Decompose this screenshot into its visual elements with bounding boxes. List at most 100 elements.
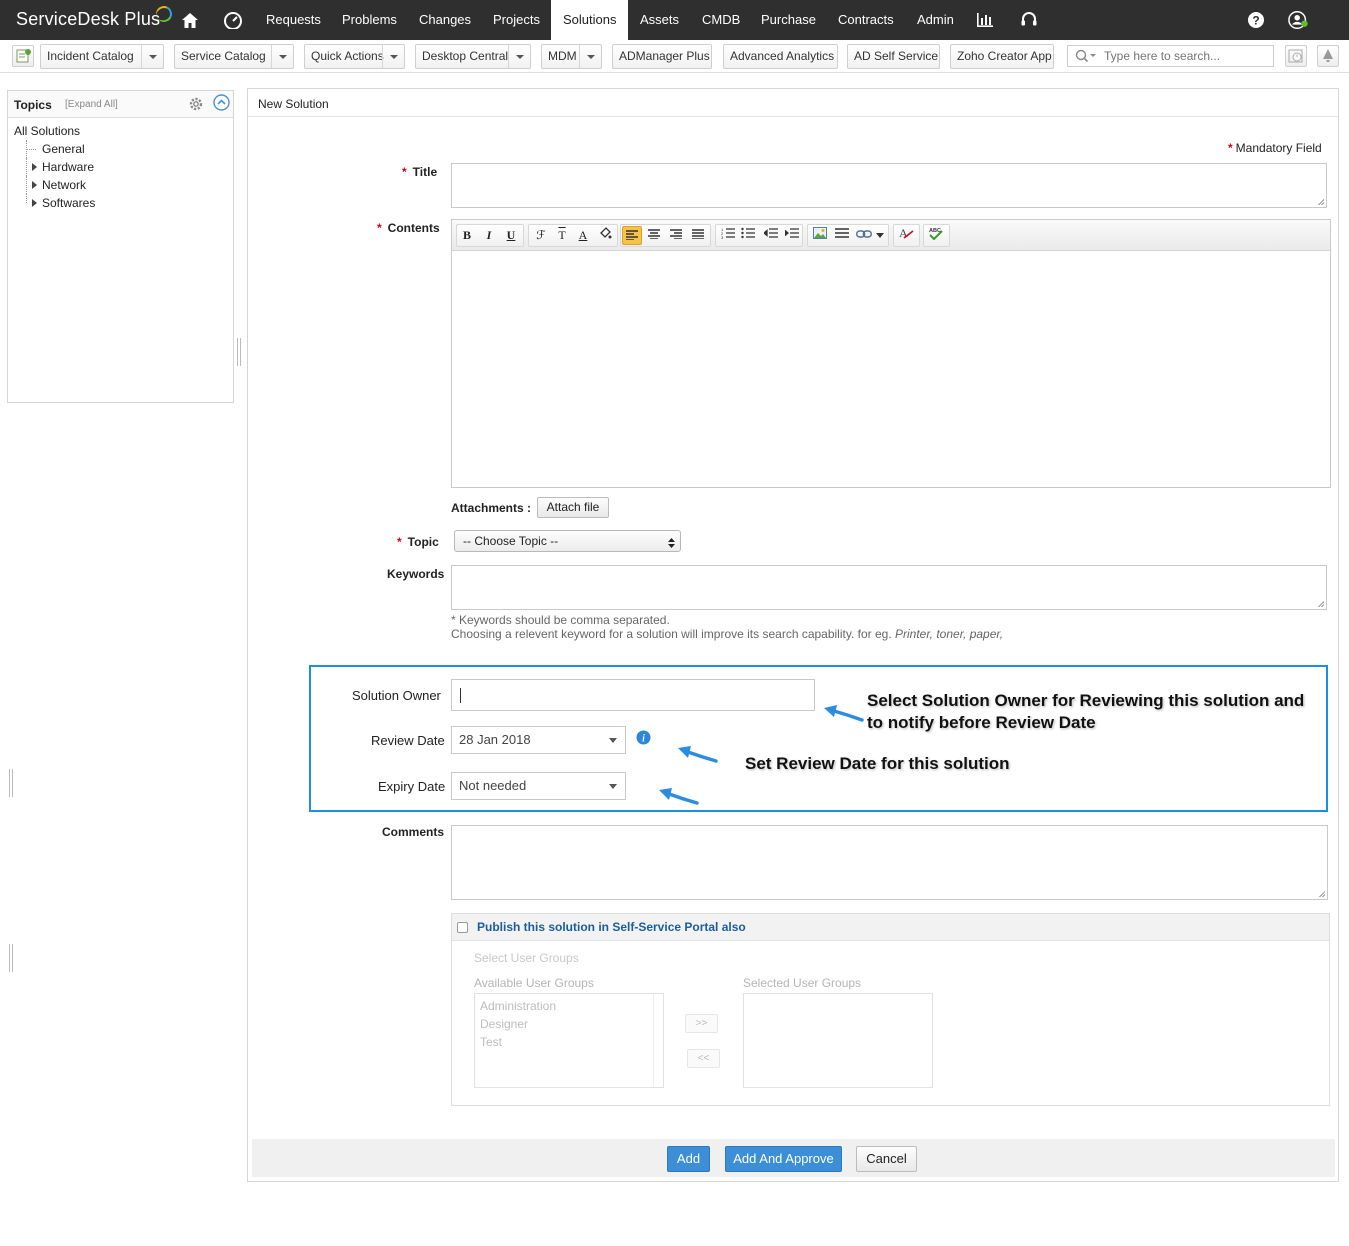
selected-groups-label: Selected User Groups xyxy=(743,976,862,990)
nav-assets[interactable]: Assets xyxy=(628,0,691,40)
background-color-icon[interactable] xyxy=(595,226,615,245)
selected-groups-list[interactable] xyxy=(743,993,933,1088)
side-resize-handle[interactable] xyxy=(8,769,14,797)
contents-rich-text-editor[interactable]: B I U ℱ T A 123 A ABC xyxy=(451,219,1331,488)
announcement-icon[interactable] xyxy=(1317,45,1339,67)
link-options-chevron-icon[interactable] xyxy=(874,226,886,245)
nav-contracts[interactable]: Contracts xyxy=(826,0,906,40)
underline-icon[interactable]: U xyxy=(501,226,521,245)
user-profile-icon[interactable] xyxy=(1288,9,1310,31)
ad-self-service-link[interactable]: AD Self Service xyxy=(847,44,940,69)
nav-admin[interactable]: Admin xyxy=(905,0,966,40)
font-family-icon[interactable]: ℱ xyxy=(531,226,551,245)
list-item[interactable]: Administration xyxy=(480,999,556,1013)
tree-item-general[interactable]: General xyxy=(14,140,95,158)
expand-arrow-icon[interactable] xyxy=(32,163,37,171)
history-icon[interactable] xyxy=(1285,45,1307,67)
comments-input[interactable] xyxy=(451,825,1328,900)
spellcheck-icon[interactable]: ABC xyxy=(926,226,946,245)
help-icon[interactable]: ? xyxy=(1245,9,1267,31)
search-icon[interactable] xyxy=(1075,49,1097,66)
incident-catalog-dropdown[interactable]: Incident Catalog xyxy=(40,44,164,69)
service-catalog-label: Service Catalog xyxy=(181,49,266,63)
publish-checkbox[interactable] xyxy=(457,922,468,933)
owner-annotation: Select Solution Owner for Reviewing this… xyxy=(867,690,1304,734)
solution-owner-input[interactable] xyxy=(451,679,815,711)
font-size-icon[interactable]: T xyxy=(552,226,572,245)
insert-image-icon[interactable] xyxy=(810,226,830,245)
mdm-dropdown[interactable]: MDM xyxy=(541,44,602,69)
move-left-button[interactable]: << xyxy=(687,1049,720,1068)
nav-problems[interactable]: Problems xyxy=(330,0,409,40)
nav-purchase[interactable]: Purchase xyxy=(749,0,828,40)
topic-select[interactable]: -- Choose Topic -- xyxy=(454,530,681,552)
nav-cmdb[interactable]: CMDB xyxy=(690,0,752,40)
cancel-button[interactable]: Cancel xyxy=(856,1146,917,1172)
app-logo[interactable]: ServiceDesk Plus xyxy=(16,3,175,30)
indent-icon[interactable] xyxy=(782,226,802,245)
support-headset-icon[interactable] xyxy=(1018,9,1040,31)
expand-arrow-icon[interactable] xyxy=(32,181,37,189)
publish-label[interactable]: Publish this solution in Self-Service Po… xyxy=(477,920,746,934)
nav-changes[interactable]: Changes xyxy=(407,0,483,40)
keywords-input[interactable] xyxy=(451,565,1327,610)
text-color-icon[interactable]: A xyxy=(573,226,593,245)
desktop-central-dropdown[interactable]: Desktop Central xyxy=(415,44,531,69)
numbered-list-icon[interactable]: 123 xyxy=(718,226,738,245)
move-right-button[interactable]: >> xyxy=(685,1014,718,1033)
collapse-panel-icon[interactable] xyxy=(213,94,230,114)
quick-actions-dropdown[interactable]: Quick Actions xyxy=(304,44,405,69)
tree-item-hardware[interactable]: Hardware xyxy=(14,158,95,176)
service-catalog-dropdown[interactable]: Service Catalog xyxy=(174,44,294,69)
title-label: * Title xyxy=(402,165,437,179)
clear-formatting-icon[interactable]: A xyxy=(896,226,916,245)
add-and-approve-button[interactable]: Add And Approve xyxy=(725,1146,842,1172)
new-request-icon[interactable] xyxy=(12,45,34,67)
keywords-hint-separator: * Keywords should be comma separated. xyxy=(451,613,670,627)
info-icon[interactable]: i xyxy=(636,730,651,748)
admanager-plus-link[interactable]: ADManager Plus xyxy=(612,44,712,69)
search-input[interactable] xyxy=(1104,48,1269,64)
tree-root-all-solutions[interactable]: All Solutions xyxy=(14,122,95,140)
expiry-date-dropdown[interactable]: Not needed xyxy=(451,772,626,800)
nav-requests[interactable]: Requests xyxy=(254,0,333,40)
list-item[interactable]: Test xyxy=(480,1035,502,1049)
keywords-hint-text: Choosing a relevent keyword for a soluti… xyxy=(451,627,892,641)
expand-arrow-icon[interactable] xyxy=(32,199,37,207)
align-center-icon[interactable] xyxy=(644,226,664,245)
nav-solutions[interactable]: Solutions xyxy=(551,0,628,40)
tree-item-softwares[interactable]: Softwares xyxy=(14,194,95,212)
zoho-creator-app-link[interactable]: Zoho Creator App xyxy=(950,44,1054,69)
justify-icon[interactable] xyxy=(688,226,708,245)
side-resize-handle[interactable] xyxy=(8,944,14,972)
dashboard-icon[interactable] xyxy=(222,9,244,31)
align-left-icon[interactable] xyxy=(622,226,642,245)
attach-file-button[interactable]: Attach file xyxy=(537,497,609,518)
italic-icon[interactable]: I xyxy=(479,226,499,245)
list-item[interactable]: Designer xyxy=(480,1017,528,1031)
title-input[interactable] xyxy=(451,163,1327,208)
page-title: New Solution xyxy=(258,97,329,111)
list-scrollbar[interactable] xyxy=(653,994,663,1087)
panel-resize-handle[interactable] xyxy=(236,338,242,366)
review-date-dropdown[interactable]: 28 Jan 2018 xyxy=(451,726,626,754)
review-arrow-icon xyxy=(678,746,718,763)
tree-connector xyxy=(26,176,27,194)
bullet-list-icon[interactable] xyxy=(738,226,758,245)
outdent-icon[interactable] xyxy=(761,226,781,245)
app-name: ServiceDesk Plus xyxy=(16,9,161,29)
publish-header: Publish this solution in Self-Service Po… xyxy=(452,914,1329,941)
align-right-icon[interactable] xyxy=(666,226,686,245)
insert-table-icon[interactable] xyxy=(832,226,852,245)
nav-projects[interactable]: Projects xyxy=(481,0,552,40)
reports-icon[interactable] xyxy=(974,9,996,31)
bold-icon[interactable]: B xyxy=(457,226,477,245)
add-button[interactable]: Add xyxy=(667,1146,710,1172)
insert-link-icon[interactable] xyxy=(854,226,874,245)
expand-all-link[interactable]: [Expand All] xyxy=(65,99,118,110)
available-groups-list[interactable]: Administration Designer Test xyxy=(474,993,664,1088)
home-icon[interactable] xyxy=(179,9,201,31)
tree-item-network[interactable]: Network xyxy=(14,176,95,194)
settings-gear-icon[interactable] xyxy=(188,96,204,115)
advanced-analytics-link[interactable]: Advanced Analytics xyxy=(723,44,838,69)
